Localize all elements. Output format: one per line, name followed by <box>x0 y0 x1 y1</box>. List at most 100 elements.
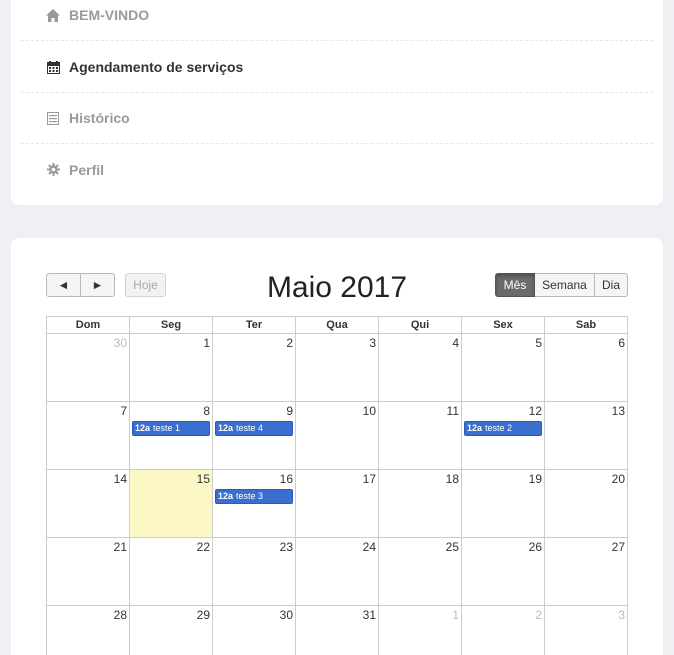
day-number: 26 <box>528 540 542 554</box>
day-number: 24 <box>362 540 376 554</box>
event-time: 12a <box>218 423 234 433</box>
day-cell[interactable]: 12 12a teste 2 <box>461 402 544 470</box>
weekday-label: Seg <box>129 317 212 334</box>
day-cell[interactable]: 4 <box>378 334 461 402</box>
day-cell[interactable]: 13 <box>544 402 628 470</box>
day-number: 8 <box>203 404 210 418</box>
event-title: teste 2 <box>485 423 513 433</box>
day-number: 5 <box>535 336 542 350</box>
day-number: 12 <box>528 404 542 418</box>
day-cell[interactable]: 7 <box>46 402 129 470</box>
week-row: 21 22 23 24 25 26 27 <box>46 538 628 606</box>
day-cell[interactable]: 9 12a teste 4 <box>212 402 295 470</box>
day-number: 14 <box>113 472 127 486</box>
day-number: 28 <box>113 608 127 622</box>
menu-item-label: Histórico <box>69 110 130 126</box>
weekday-label: Ter <box>212 317 295 334</box>
weekday-header: Dom Seg Ter Qua Qui Sex Sab <box>46 316 628 334</box>
day-cell[interactable]: 19 <box>461 470 544 538</box>
side-menu: BEM-VINDO Agendamento de serviços Histór… <box>11 0 663 205</box>
day-number: 6 <box>618 336 625 350</box>
day-cell[interactable]: 27 <box>544 538 628 606</box>
calendar-card: ◄ ► Hoje Maio 2017 Mês Semana Dia Dom Seg… <box>11 238 663 655</box>
day-cell[interactable]: 2 <box>461 606 544 655</box>
week-row: 30 1 2 3 4 5 6 <box>46 334 628 402</box>
day-cell[interactable]: 6 <box>544 334 628 402</box>
day-number: 22 <box>196 540 210 554</box>
day-number: 1 <box>452 608 459 622</box>
day-cell[interactable]: 21 <box>46 538 129 606</box>
view-switcher: Mês Semana Dia <box>495 273 628 297</box>
day-cell[interactable]: 1 <box>378 606 461 655</box>
day-number: 18 <box>445 472 459 486</box>
day-number: 3 <box>369 336 376 350</box>
day-cell[interactable]: 16 12a teste 3 <box>212 470 295 538</box>
calendar-event[interactable]: 12a teste 4 <box>215 421 293 436</box>
day-number: 27 <box>611 540 625 554</box>
day-cell[interactable]: 3 <box>544 606 628 655</box>
week-view-button[interactable]: Semana <box>535 273 595 297</box>
home-icon <box>46 8 60 22</box>
calendar-event[interactable]: 12a teste 1 <box>132 421 210 436</box>
menu-item-historico[interactable]: Histórico <box>21 93 653 144</box>
weekday-label: Qua <box>295 317 378 334</box>
day-cell[interactable]: 11 <box>378 402 461 470</box>
week-row: 14 15 16 12a teste 3 17 18 19 20 <box>46 470 628 538</box>
event-time: 12a <box>467 423 483 433</box>
day-cell[interactable]: 26 <box>461 538 544 606</box>
menu-item-perfil[interactable]: Perfil <box>21 144 653 195</box>
day-number: 17 <box>362 472 376 486</box>
day-cell[interactable]: 5 <box>461 334 544 402</box>
weekday-label: Dom <box>46 317 129 334</box>
menu-item-label: BEM-VINDO <box>69 7 150 23</box>
day-number: 31 <box>362 608 376 622</box>
day-number: 25 <box>445 540 459 554</box>
day-cell[interactable]: 17 <box>295 470 378 538</box>
calendar-event[interactable]: 12a teste 3 <box>215 489 293 504</box>
day-cell[interactable]: 10 <box>295 402 378 470</box>
day-number: 29 <box>196 608 210 622</box>
event-time: 12a <box>135 423 151 433</box>
event-title: teste 3 <box>236 491 264 501</box>
day-number: 3 <box>618 608 625 622</box>
day-cell[interactable]: 22 <box>129 538 212 606</box>
calendar-event[interactable]: 12a teste 2 <box>464 421 542 436</box>
day-view-button[interactable]: Dia <box>595 273 628 297</box>
menu-item-bem-vindo[interactable]: BEM-VINDO <box>21 0 653 41</box>
day-cell-today[interactable]: 15 <box>129 470 212 538</box>
menu-item-label: Perfil <box>69 161 105 178</box>
day-cell[interactable]: 30 <box>46 334 129 402</box>
day-cell[interactable]: 24 <box>295 538 378 606</box>
day-number: 7 <box>120 404 127 418</box>
day-cell[interactable]: 18 <box>378 470 461 538</box>
day-cell[interactable]: 25 <box>378 538 461 606</box>
day-number: 15 <box>196 472 210 486</box>
day-cell[interactable]: 20 <box>544 470 628 538</box>
event-title: teste 4 <box>236 423 264 433</box>
day-number: 19 <box>528 472 542 486</box>
menu-item-agendamento[interactable]: Agendamento de serviços <box>21 42 653 93</box>
day-cell[interactable]: 23 <box>212 538 295 606</box>
day-number: 9 <box>286 404 293 418</box>
day-cell[interactable]: 14 <box>46 470 129 538</box>
day-cell[interactable]: 8 12a teste 1 <box>129 402 212 470</box>
calendar-icon <box>46 60 60 74</box>
weekday-label: Qui <box>378 317 461 334</box>
day-number: 10 <box>362 404 376 418</box>
day-cell[interactable]: 28 <box>46 606 129 655</box>
weekday-label: Sab <box>544 317 628 334</box>
event-title: teste 1 <box>153 423 181 433</box>
day-number: 4 <box>452 336 459 350</box>
day-cell[interactable]: 3 <box>295 334 378 402</box>
day-number: 13 <box>611 404 625 418</box>
day-cell[interactable]: 31 <box>295 606 378 655</box>
event-time: 12a <box>218 491 234 501</box>
day-number: 16 <box>279 472 293 486</box>
day-number: 30 <box>113 336 127 350</box>
month-view-button[interactable]: Mês <box>495 273 535 297</box>
day-cell[interactable]: 1 <box>129 334 212 402</box>
day-cell[interactable]: 29 <box>129 606 212 655</box>
day-cell[interactable]: 2 <box>212 334 295 402</box>
day-cell[interactable]: 30 <box>212 606 295 655</box>
day-number: 2 <box>286 336 293 350</box>
